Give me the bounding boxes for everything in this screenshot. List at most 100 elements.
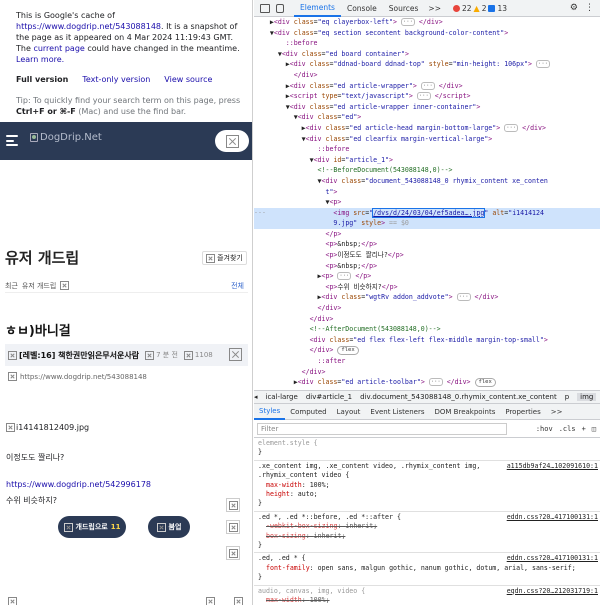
dom-node[interactable]: </div> xyxy=(254,314,600,325)
prop-name[interactable]: box-sizing xyxy=(266,532,306,540)
boom-up-button[interactable]: 붐업 xyxy=(148,516,190,538)
dom-node[interactable]: ▼<p> xyxy=(254,197,600,208)
dom-node[interactable]: </div> xyxy=(254,303,600,314)
computed-sidebar-icon[interactable]: ◫ xyxy=(592,425,596,433)
prop-value[interactable]: 100%; xyxy=(310,481,330,489)
inspect-element-icon[interactable] xyxy=(260,3,270,13)
styles-filter-input[interactable]: Filter xyxy=(257,422,507,435)
flex-badge[interactable]: flex xyxy=(474,377,496,387)
prop-value[interactable]: inherit; xyxy=(345,522,377,530)
dom-node[interactable]: ▼<div class="ed board container"> xyxy=(254,49,600,60)
dom-node[interactable]: ▶<div class="eq clayerbox-left"> ··· </d… xyxy=(254,17,600,28)
dom-node[interactable]: </div> xyxy=(254,70,600,81)
text-only-version-link[interactable]: Text-only version xyxy=(82,74,150,85)
prop-value[interactable]: 100%; xyxy=(310,596,330,604)
crumb-all-link[interactable]: 전체 xyxy=(231,281,244,291)
styles-pane[interactable]: element.style { } a115db9af24…102091610:… xyxy=(254,438,600,605)
prop-name[interactable]: height xyxy=(266,490,290,498)
dom-node[interactable]: ▼<div class="ed article-wrapper inner-co… xyxy=(254,102,600,113)
post-link[interactable]: https://www.dogdrip.net/542996178 xyxy=(6,480,151,489)
prop-value[interactable]: open sans, malgun gothic, nanum gothic, … xyxy=(318,564,576,572)
vote-up-button[interactable]: 개드립으로 11 xyxy=(58,516,126,538)
dom-node[interactable]: <div class="ed flex flex-left flex-middl… xyxy=(254,335,600,346)
dom-node[interactable]: ▶<div class="ed article-wrapper"> ··· </… xyxy=(254,81,600,92)
cached-url-link[interactable]: https://www.dogdrip.net/543088148 xyxy=(16,22,161,31)
dom-node[interactable]: ▶<div class="ddnad-board ddnad-top" styl… xyxy=(254,59,600,70)
crumb-board[interactable]: 유저 개드립 xyxy=(22,281,56,291)
more-style-tabs[interactable]: >> xyxy=(546,404,568,420)
dom-node[interactable]: ▼<div class="document_543088148_0 rhymix… xyxy=(254,176,600,187)
prop-name[interactable]: max-width xyxy=(266,481,302,489)
tab-styles[interactable]: Styles xyxy=(254,404,286,420)
dom-node[interactable]: ▼<div class="eq section secontent backgr… xyxy=(254,28,600,39)
style-rule[interactable]: element.style { } xyxy=(254,438,600,461)
dom-crumb[interactable]: div#article_1 xyxy=(306,393,352,401)
tab-elements[interactable]: Elements xyxy=(294,0,341,17)
dom-node[interactable]: </div> xyxy=(254,367,600,378)
rule-source-link[interactable]: a115db9af24…102091610:1 xyxy=(507,462,598,471)
img-src-link[interactable]: /dvs/d/24/03/04/ef5adea….jpg xyxy=(372,207,486,218)
prop-name[interactable]: font-family xyxy=(266,564,310,572)
dom-crumb[interactable]: div.document_543088148_0.rhymix_content.… xyxy=(360,393,557,401)
tab-event-listeners[interactable]: Event Listeners xyxy=(365,404,429,420)
dom-node[interactable]: ▼<div class="ed"> xyxy=(254,112,600,123)
crumb-recent[interactable]: 최근 xyxy=(5,281,18,291)
dom-crumb[interactable]: ical-large xyxy=(266,393,298,401)
more-tabs-button[interactable]: >> xyxy=(424,4,445,13)
dom-crumb-active[interactable]: img xyxy=(577,393,597,401)
dom-node[interactable]: <!--BeforeDocument(543088148,0)--> xyxy=(254,165,600,176)
dom-crumb[interactable]: p xyxy=(565,393,569,401)
dom-node[interactable]: ::before xyxy=(254,38,600,49)
dom-node[interactable]: ▶<div class="ed article-toolbar"> ··· </… xyxy=(254,377,600,388)
side-button-2[interactable] xyxy=(226,520,240,534)
search-button[interactable] xyxy=(215,130,249,152)
tab-console[interactable]: Console xyxy=(341,0,383,17)
dom-node-selected[interactable]: ··· <img src="/dvs/d/24/03/04/ef5adea….j… xyxy=(254,207,600,219)
side-button-1[interactable] xyxy=(226,498,240,512)
post-author[interactable]: [레벨:16] 책한권만읽은무서운사람 xyxy=(8,350,139,361)
dom-node[interactable]: </div> flex xyxy=(254,345,600,356)
dom-node[interactable]: </p> xyxy=(254,229,600,240)
prop-name[interactable]: max-width xyxy=(266,596,302,604)
dom-node[interactable]: ▶<script type="text/javascript"> ··· </s… xyxy=(254,91,600,102)
tab-computed[interactable]: Computed xyxy=(285,404,331,420)
side-button-3[interactable] xyxy=(226,546,240,560)
style-rule[interactable]: eddn.css?20…417100131:1 .ed, .ed * { fon… xyxy=(254,553,600,586)
dom-node[interactable]: <p>수위 비슷하지?</p> xyxy=(254,282,600,293)
dom-node[interactable]: ▼<div id="article_1"> xyxy=(254,155,600,166)
site-logo[interactable]: DogDrip.Net xyxy=(30,132,102,143)
dom-node[interactable]: ▶<div class="wgtRv addon_addvote"> ··· <… xyxy=(254,292,600,303)
tab-layout[interactable]: Layout xyxy=(332,404,366,420)
dom-node-selected-cont[interactable]: 9.jpg" style> == $0 xyxy=(254,218,600,229)
style-rule[interactable]: eddn.css?20…417100131:1 .ed *, .ed *::be… xyxy=(254,512,600,554)
hamburger-menu-icon[interactable] xyxy=(6,135,18,146)
dom-node[interactable]: t"> xyxy=(254,187,600,198)
dom-node[interactable]: ▶<div class="ed article-head margin-bott… xyxy=(254,123,600,134)
style-rule[interactable]: a115db9af24…102091610:1 .xe_content img,… xyxy=(254,461,600,512)
post-url[interactable]: https://www.dogdrip.net/543088148 xyxy=(8,372,147,381)
new-rule-button[interactable]: + xyxy=(582,425,586,433)
prop-value[interactable]: auto; xyxy=(298,490,318,498)
rule-source-link[interactable]: eddn.css?20…417100131:1 xyxy=(507,554,598,563)
hover-state-toggle[interactable]: :hov xyxy=(536,425,553,433)
prop-value[interactable]: inherit; xyxy=(314,532,346,540)
current-page-link[interactable]: current page xyxy=(33,44,84,53)
crumb-scroll-left-icon[interactable]: ◂ xyxy=(254,393,258,401)
tab-dom-breakpoints[interactable]: DOM Breakpoints xyxy=(430,404,501,420)
tab-sources[interactable]: Sources xyxy=(383,0,425,17)
dom-node[interactable]: ::after xyxy=(254,356,600,367)
kebab-menu-icon[interactable]: ⋮ xyxy=(585,3,594,13)
issue-counters[interactable]: 22 ▲ 2 13 xyxy=(453,4,507,13)
tab-properties[interactable]: Properties xyxy=(500,404,545,420)
settings-gear-icon[interactable]: ⚙ xyxy=(570,3,578,13)
flex-badge[interactable]: flex xyxy=(337,345,359,355)
dom-node[interactable]: <p>&nbsp;</p> xyxy=(254,239,600,250)
learn-more-link[interactable]: Learn more. xyxy=(16,55,64,64)
post-menu-icon[interactable] xyxy=(229,348,242,361)
dom-tree[interactable]: ▶<div class="eq clayerbox-left"> ··· </d… xyxy=(254,17,600,390)
rule-source-link[interactable]: eddn.css?20…417100131:1 xyxy=(507,513,598,522)
style-rule[interactable]: eqdn.css?20…212031719:1 audio, canvas, i… xyxy=(254,586,600,605)
dom-node[interactable]: <p>&nbsp;</p> xyxy=(254,261,600,272)
dom-node[interactable]: ::before xyxy=(254,144,600,155)
dom-node[interactable]: <!--AfterDocument(543088148,0)--> xyxy=(254,324,600,335)
